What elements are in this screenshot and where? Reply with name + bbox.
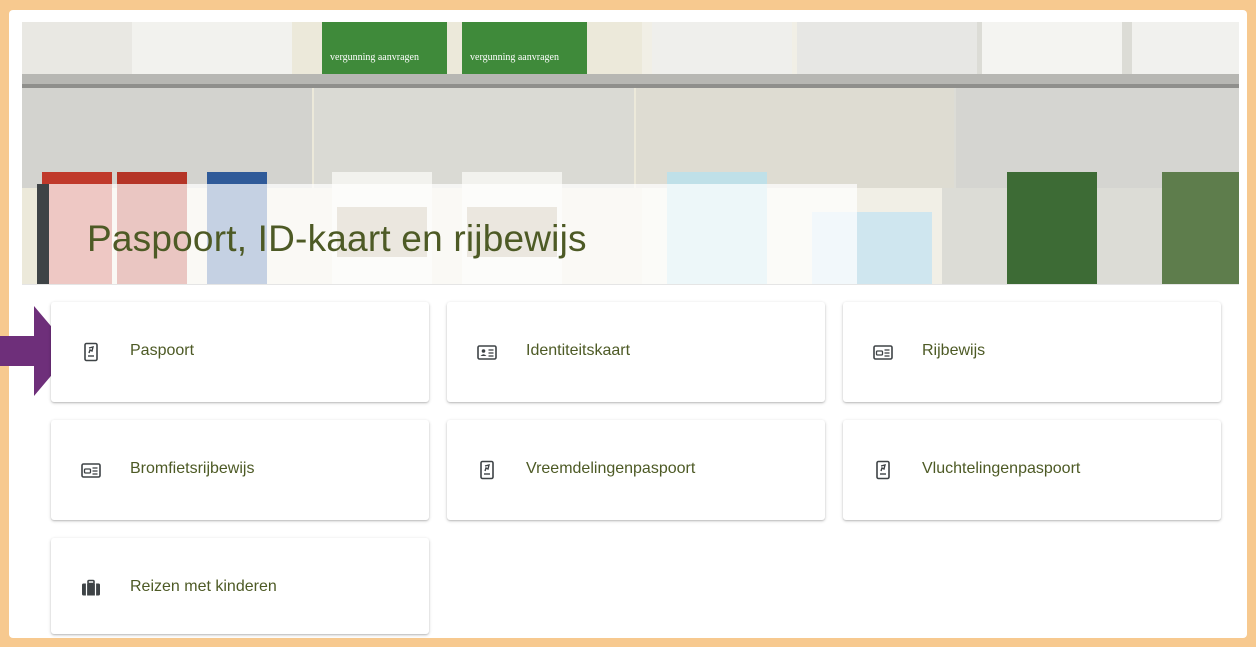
tile-label: Rijbewijs [922,342,986,359]
passport-icon [84,342,98,362]
page-title-box: Paspoort, ID-kaart en rijbewijs [37,184,857,284]
page-title: Paspoort, ID-kaart en rijbewijs [87,218,587,259]
tile-paspoort[interactable]: Paspoort [51,302,429,402]
passport-icon [480,460,494,480]
drivers-license-icon [873,345,893,360]
tile-identiteitskaart[interactable]: Identiteitskaart [447,302,825,402]
tile-label: Identiteitskaart [526,342,631,359]
brochure-text-2: vergunning aanvragen [470,52,559,63]
id-card-icon [477,345,497,360]
tile-label: Reizen met kinderen [130,578,277,595]
passport-icon [876,460,890,480]
tile-rijbewijs[interactable]: Rijbewijs [843,302,1221,402]
tile-label: Bromfietsrijbewijs [130,460,255,477]
tile-reizen-met-kinderen[interactable]: Reizen met kinderen [51,538,429,634]
tile-vreemdelingenpaspoort[interactable]: Vreemdelingenpaspoort [447,420,825,520]
tile-label: Vluchtelingenpaspoort [922,460,1081,477]
brochure-text-1: vergunning aanvragen [330,52,419,63]
drivers-license-icon [81,463,101,478]
tile-label: Vreemdelingenpaspoort [526,460,696,477]
suitcase-icon [82,579,100,596]
divider [22,284,1239,285]
tile-bromfietsrijbewijs[interactable]: Bromfietsrijbewijs [51,420,429,520]
tile-vluchtelingenpaspoort[interactable]: Vluchtelingenpaspoort [843,420,1221,520]
tile-label: Paspoort [130,342,195,359]
